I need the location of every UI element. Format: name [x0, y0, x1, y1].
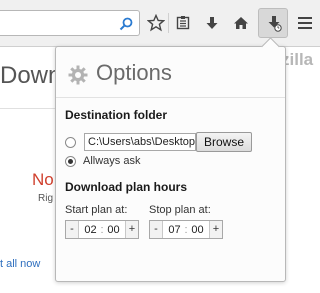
background-link[interactable]: t all now [0, 258, 40, 270]
home-icon[interactable] [230, 12, 252, 34]
destination-folder-title: Destination folder [65, 108, 168, 122]
stop-hour-value[interactable]: 07 [166, 224, 183, 236]
search-icon[interactable] [118, 16, 134, 32]
start-minute-value[interactable]: 00 [105, 224, 122, 236]
start-time-decrement[interactable]: - [66, 221, 79, 238]
start-time-increment[interactable]: + [125, 221, 138, 238]
panel-title: Options [96, 60, 172, 85]
star-icon[interactable] [145, 12, 167, 34]
background-divider [0, 108, 56, 109]
stop-time-decrement[interactable]: - [150, 221, 163, 238]
browse-button[interactable]: Browse [196, 132, 252, 152]
stop-minute-value[interactable]: 00 [189, 224, 206, 236]
destination-path-input[interactable]: C:\Users\abs\Desktop [84, 133, 196, 151]
background-status-text: No [32, 170, 54, 189]
background-heading: Down [0, 62, 62, 89]
download-plan-title: Download plan hours [65, 180, 187, 194]
stop-time-increment[interactable]: + [209, 221, 222, 238]
download-plan-icon [265, 14, 283, 37]
always-ask-label: Allways ask [83, 155, 141, 167]
start-hour-value[interactable]: 02 [82, 224, 99, 236]
start-time-stepper[interactable]: - 02 : 00 + [65, 220, 139, 239]
download-plan-button[interactable] [258, 8, 288, 38]
background-subtext: Rig [38, 193, 54, 204]
options-panel: Options Destination folder C:\Users\abs\… [55, 46, 286, 282]
download-icon[interactable] [201, 12, 223, 34]
start-plan-label: Start plan at: [65, 204, 128, 216]
panel-header: Options [56, 47, 285, 98]
stop-plan-label: Stop plan at: [149, 204, 211, 216]
always-ask-radio[interactable] [65, 156, 76, 167]
custom-folder-radio[interactable] [65, 137, 76, 148]
toolbar-separator [168, 13, 169, 33]
gear-icon [68, 65, 88, 85]
reading-list-icon[interactable] [172, 12, 194, 34]
menu-icon[interactable] [294, 12, 316, 34]
stop-time-stepper[interactable]: - 07 : 00 + [149, 220, 223, 239]
url-bar[interactable] [0, 10, 140, 36]
